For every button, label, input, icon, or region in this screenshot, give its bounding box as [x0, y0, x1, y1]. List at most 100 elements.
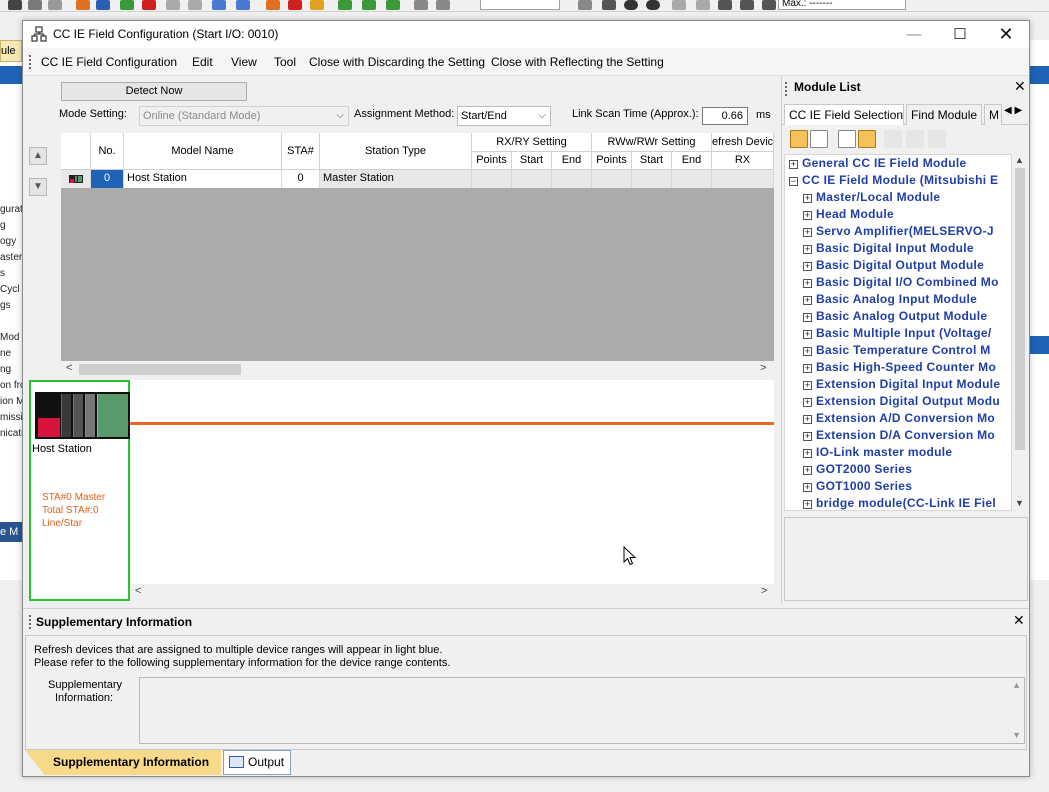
sort-category-icon[interactable] — [790, 130, 808, 148]
close-window-button[interactable]: ✕ — [983, 21, 1029, 48]
close-icon[interactable]: ✕ — [1013, 612, 1025, 629]
module-tree-item[interactable]: + Basic Temperature Control M — [803, 342, 991, 359]
detect-now-button[interactable]: Detect Now — [61, 82, 247, 101]
menu-close-reflect[interactable]: Close with Reflecting the Setting — [491, 55, 664, 69]
module-tree-item[interactable]: + Basic High-Speed Counter Mo — [803, 359, 996, 376]
toolbar-icon[interactable] — [602, 0, 616, 10]
toolbar-icon[interactable] — [624, 0, 638, 10]
menu-cc-ie-field-configuration[interactable]: CC IE Field Configuration — [41, 55, 177, 69]
expand-toggle-icon[interactable]: + — [803, 381, 812, 390]
scroll-down-icon[interactable]: ▼ — [1015, 498, 1024, 508]
toolbar-icon[interactable] — [672, 0, 686, 10]
expand-toggle-icon[interactable]: − — [789, 177, 798, 186]
delete-icon[interactable] — [928, 130, 946, 148]
panel-grip-icon[interactable] — [785, 82, 787, 96]
canvas-horizontal-scrollbar[interactable]: < > — [130, 584, 774, 601]
header-rxry-start[interactable]: Start — [512, 152, 552, 170]
toolbar-icon[interactable] — [28, 0, 42, 10]
module-tree-item[interactable]: + General CC IE Field Module — [789, 155, 967, 172]
mode-setting-dropdown[interactable]: Online (Standard Mode) ⌵ — [139, 106, 349, 126]
toolbar-icon[interactable] — [696, 0, 710, 10]
row-model-cell[interactable]: Host Station — [124, 170, 282, 188]
scroll-down-icon[interactable]: ▼ — [1012, 730, 1021, 740]
header-rxry-setting[interactable]: RX/RY Setting — [472, 133, 592, 152]
row-rxry-end-cell[interactable] — [552, 170, 592, 188]
expand-toggle-icon[interactable]: + — [803, 500, 812, 509]
expand-toggle-icon[interactable]: + — [803, 279, 812, 288]
toolbar-icon[interactable] — [362, 0, 376, 10]
expand-toggle-icon[interactable]: + — [803, 415, 812, 424]
toolbar-icon[interactable] — [120, 0, 134, 10]
expand-toggle-icon[interactable]: + — [803, 364, 812, 373]
expand-toggle-icon[interactable]: + — [803, 228, 812, 237]
header-refresh-rx[interactable]: RX — [712, 152, 774, 170]
toolbar-combo[interactable] — [480, 0, 560, 10]
scroll-left-icon[interactable]: < — [135, 585, 141, 597]
expand-toggle-icon[interactable]: + — [803, 432, 812, 441]
module-tree-item[interactable]: + Servo Amplifier(MELSERVO-J — [803, 223, 994, 240]
toolbar-icon[interactable] — [288, 0, 302, 10]
module-tree-item[interactable]: + Basic Digital I/O Combined Mo — [803, 274, 999, 291]
toolbar-icon[interactable] — [266, 0, 280, 10]
host-station-block[interactable]: Host Station STA#0 Master Total STA#:0 L… — [29, 380, 130, 601]
expand-toggle-icon[interactable]: + — [803, 296, 812, 305]
scroll-right-icon[interactable]: > — [760, 362, 766, 374]
sort-az-icon[interactable] — [810, 130, 828, 148]
menu-close-discard[interactable]: Close with Discarding the Setting — [309, 55, 485, 69]
toolbar-icon[interactable] — [762, 0, 776, 10]
toolbar-icon[interactable] — [166, 0, 180, 10]
table-horizontal-scrollbar[interactable]: < > — [61, 361, 774, 378]
toolbar-icon[interactable] — [578, 0, 592, 10]
toolbar-icon[interactable] — [646, 0, 660, 10]
expand-toggle-icon[interactable]: + — [803, 194, 812, 203]
toolbar-search-box[interactable]: Max.: ------- — [778, 0, 906, 10]
module-tree-item[interactable]: − CC IE Field Module (Mitsubishi E — [789, 172, 998, 189]
expand-toggle-icon[interactable]: + — [803, 262, 812, 271]
toolbar-icon[interactable] — [142, 0, 156, 10]
close-icon[interactable]: ✕ — [1014, 78, 1026, 95]
header-rxry-end[interactable]: End — [552, 152, 592, 170]
toolbar-icon[interactable] — [338, 0, 352, 10]
row-refresh-rx-cell[interactable] — [712, 170, 774, 188]
expand-toggle-icon[interactable]: + — [803, 449, 812, 458]
expand-toggle-icon[interactable]: + — [803, 313, 812, 322]
toolbar-icon[interactable] — [96, 0, 110, 10]
module-tree-item[interactable]: + Basic Multiple Input (Voltage/ — [803, 325, 991, 342]
module-tree-item[interactable]: + IO-Link master module — [803, 444, 952, 461]
menu-grip-icon[interactable] — [29, 55, 31, 69]
toolbar-icon[interactable] — [436, 0, 450, 10]
row-rww-start-cell[interactable] — [632, 170, 672, 188]
add-favorite-icon[interactable] — [906, 130, 924, 148]
toolbar-icon[interactable] — [740, 0, 754, 10]
module-tree-scrollbar[interactable]: ▲ ▼ — [1012, 154, 1028, 511]
module-tree-item[interactable]: + GOT2000 Series — [803, 461, 912, 478]
panel-grip-icon[interactable] — [29, 615, 31, 629]
module-tree-item[interactable]: + Head Module — [803, 206, 894, 223]
filter-icon[interactable] — [838, 130, 856, 148]
row-rww-end-cell[interactable] — [672, 170, 712, 188]
expand-toggle-icon[interactable]: + — [803, 330, 812, 339]
module-tree-item[interactable]: + Basic Analog Output Module — [803, 308, 987, 325]
toolbar-icon[interactable] — [8, 0, 22, 10]
menu-view[interactable]: View — [231, 55, 257, 69]
scroll-left-icon[interactable]: < — [66, 362, 72, 374]
module-tree-item[interactable]: + Basic Digital Output Module — [803, 257, 984, 274]
header-model-name[interactable]: Model Name — [124, 133, 282, 170]
expand-toggle-icon[interactable]: + — [803, 466, 812, 475]
maximize-button[interactable]: ☐ — [937, 21, 983, 48]
row-station-type-cell[interactable]: Master Station — [320, 170, 472, 188]
header-rww-start[interactable]: Start — [632, 152, 672, 170]
scroll-up-icon[interactable]: ▲ — [1015, 155, 1024, 165]
module-tree-item[interactable]: + Master/Local Module — [803, 189, 940, 206]
background-tab[interactable]: ule — [0, 40, 22, 62]
header-no[interactable]: No. — [91, 133, 124, 170]
module-tree-item[interactable]: + Extension D/A Conversion Mo — [803, 427, 995, 444]
toolbar-icon[interactable] — [718, 0, 732, 10]
expand-toggle-icon[interactable]: + — [803, 211, 812, 220]
expand-toggle-icon[interactable]: + — [803, 245, 812, 254]
toolbar-icon[interactable] — [310, 0, 324, 10]
expand-toggle-icon[interactable]: + — [803, 398, 812, 407]
module-tree-item[interactable]: + Extension A/D Conversion Mo — [803, 410, 995, 427]
toolbar-icon[interactable] — [414, 0, 428, 10]
header-refresh-device[interactable]: efresh Devic — [712, 133, 774, 152]
